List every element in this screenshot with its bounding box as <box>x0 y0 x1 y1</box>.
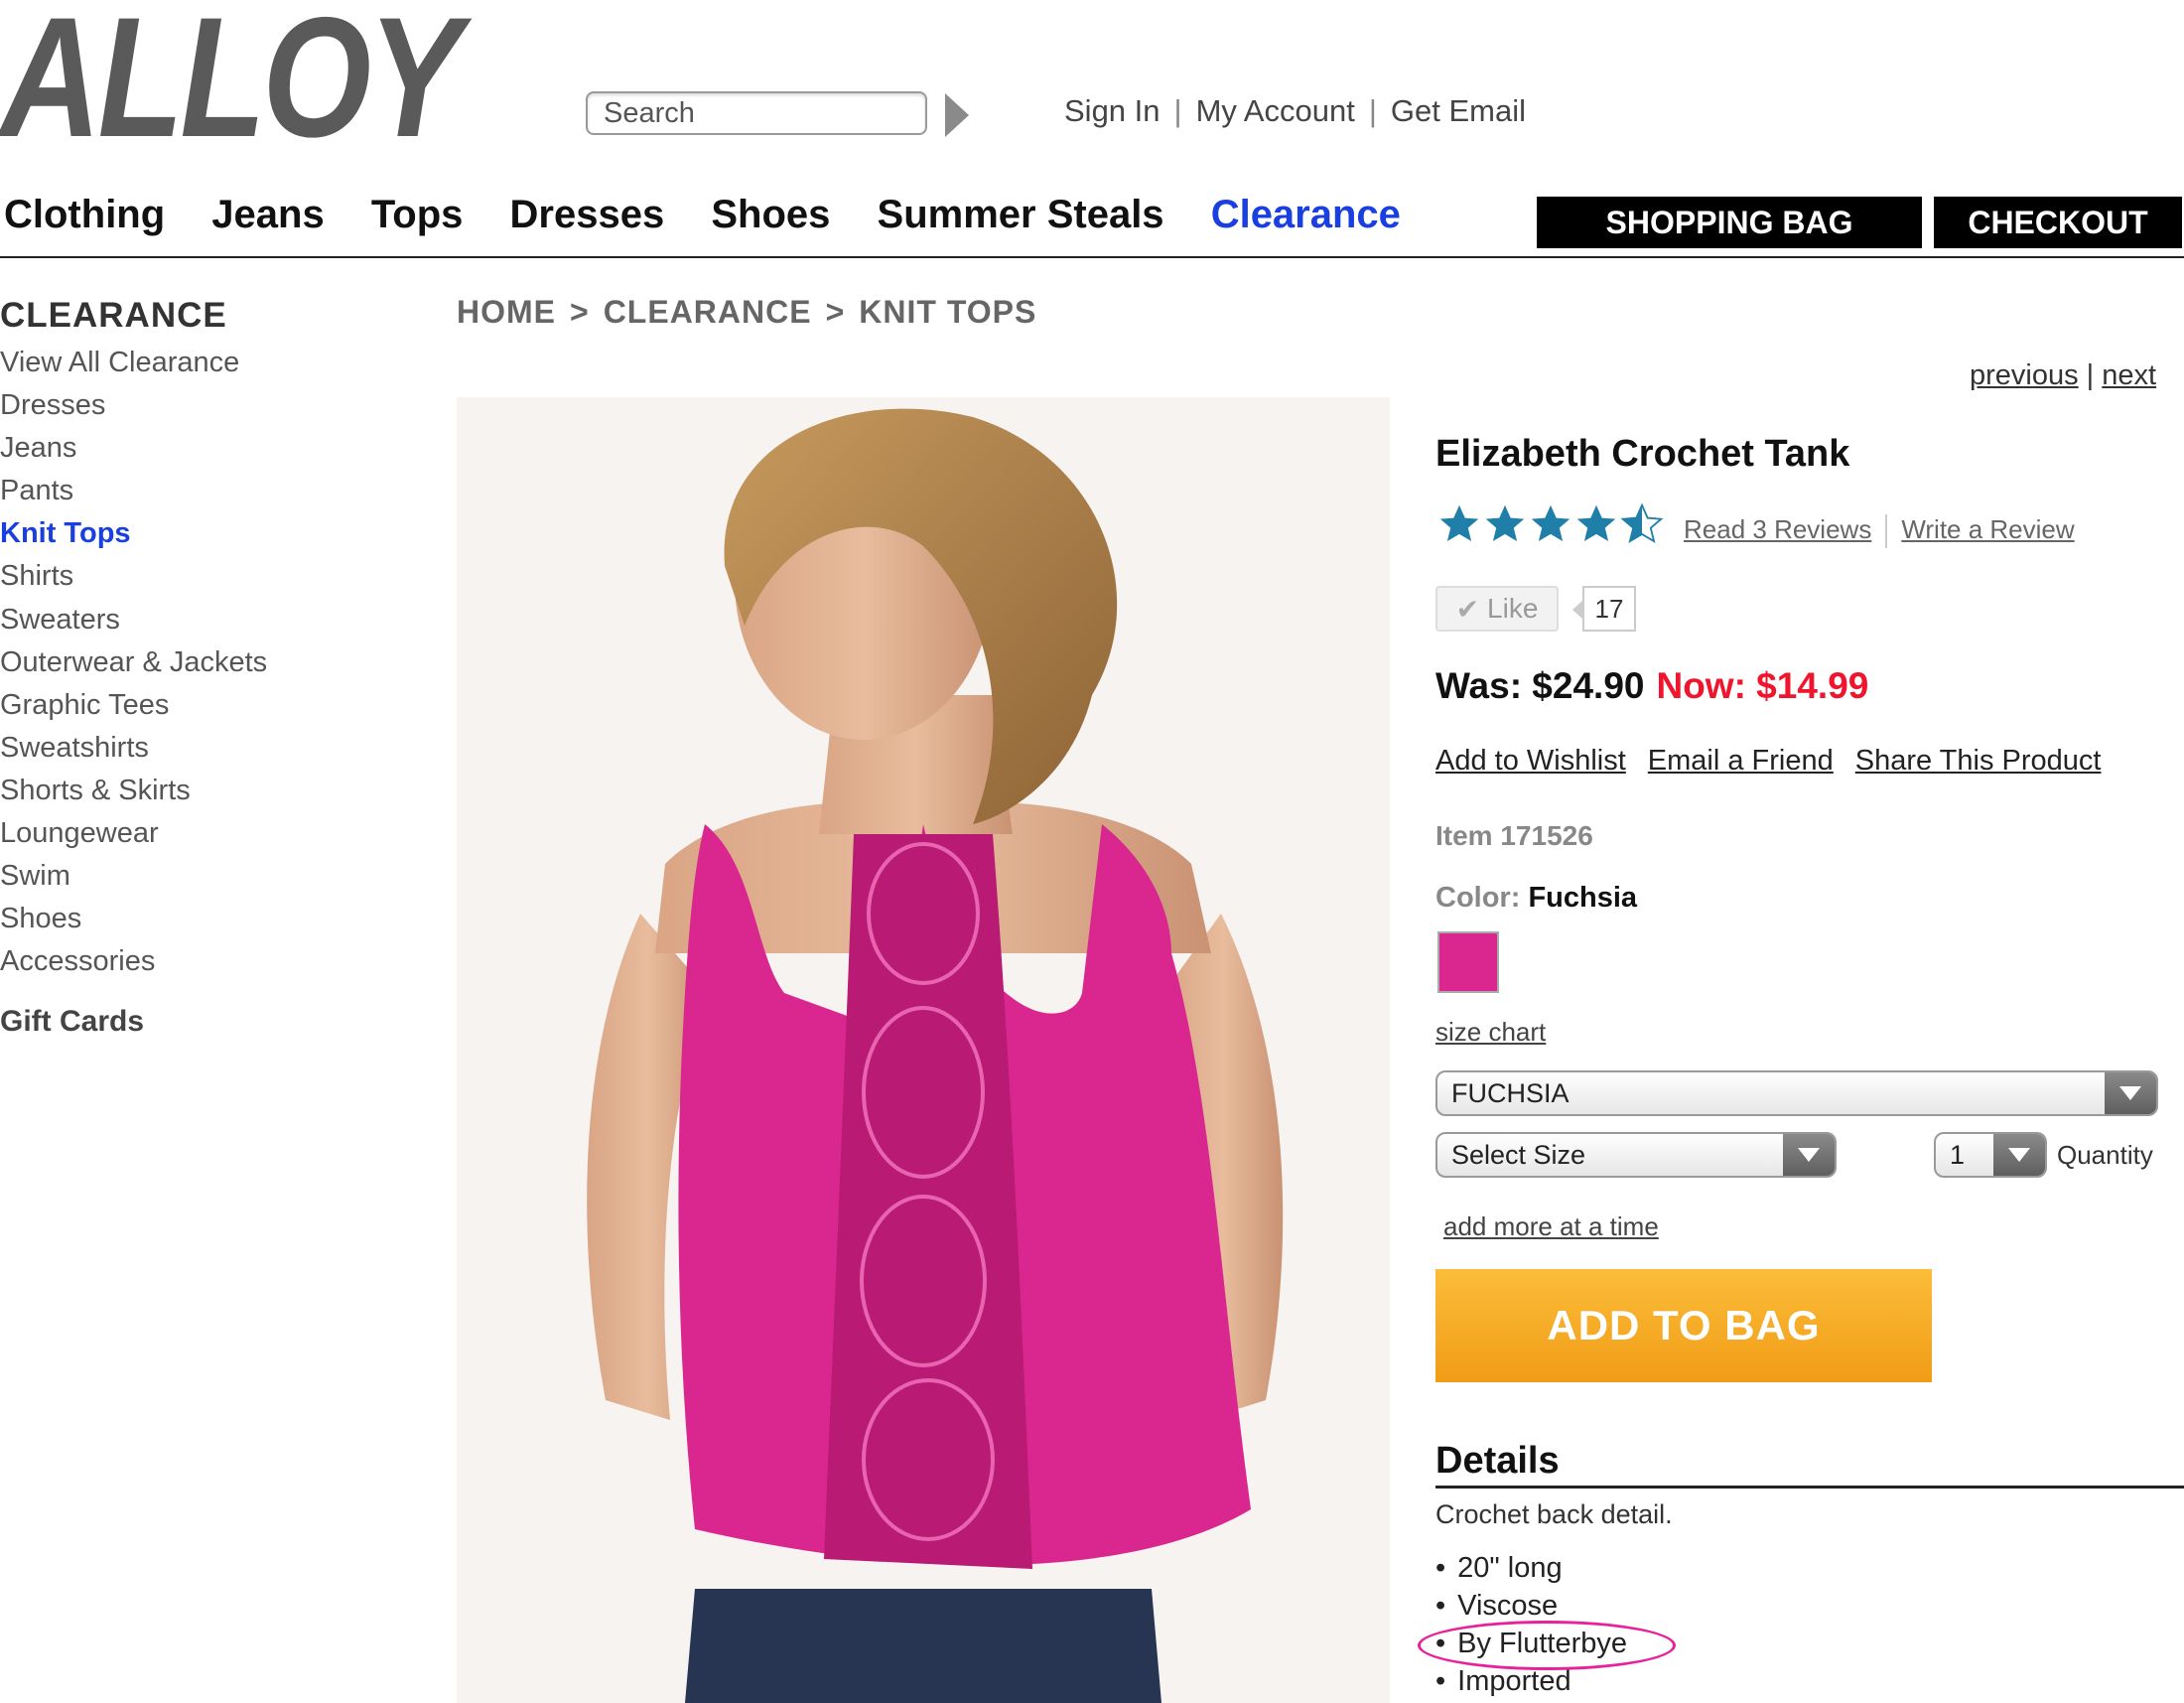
sidebar-item-shoes[interactable]: Shoes <box>0 898 267 940</box>
breadcrumb-separator: > <box>570 294 590 330</box>
breadcrumb-home[interactable]: HOME <box>457 294 556 330</box>
nav-clearance[interactable]: Clearance <box>1211 193 1401 236</box>
like-count: 17 <box>1572 586 1636 632</box>
alloy-logo[interactable]: ALLOY <box>0 0 462 163</box>
product-image[interactable] <box>457 397 1390 1703</box>
previous-link[interactable]: previous <box>1970 359 2079 391</box>
breadcrumb-clearance[interactable]: CLEARANCE <box>604 294 812 330</box>
star-half-icon <box>1620 502 1664 543</box>
pager: previous | next <box>1970 359 2157 391</box>
highlight-circle <box>1418 1621 1676 1670</box>
sidebar-item-swim[interactable]: Swim <box>0 855 267 898</box>
add-more-link[interactable]: add more at a time <box>1443 1211 1659 1242</box>
details-item: 20" long <box>1435 1549 1627 1587</box>
checkout-button[interactable]: CHECKOUT <box>1934 197 2182 248</box>
sidebar-item-outerwear[interactable]: Outerwear & Jackets <box>0 641 267 684</box>
star-icon <box>1531 504 1570 542</box>
color-value: Fuchsia <box>1528 882 1638 914</box>
size-select-value: Select Size <box>1451 1139 1586 1170</box>
size-select[interactable]: Select Size <box>1435 1132 1837 1178</box>
sidebar-item-accessories[interactable]: Accessories <box>0 940 267 983</box>
nav-jeans[interactable]: Jeans <box>211 193 324 236</box>
sidebar-item-view-all[interactable]: View All Clearance <box>0 342 267 384</box>
sidebar-item-loungewear[interactable]: Loungewear <box>0 812 267 855</box>
sidebar-item-jeans[interactable]: Jeans <box>0 427 267 470</box>
next-link[interactable]: next <box>2102 359 2156 391</box>
sidebar-item-shirts[interactable]: Shirts <box>0 555 267 598</box>
sidebar-item-dresses[interactable]: Dresses <box>0 384 267 427</box>
quantity-label: Quantity <box>2057 1140 2153 1170</box>
nav-tops[interactable]: Tops <box>371 193 464 236</box>
product-actions: Add to Wishlist Email a Friend Share This … <box>1435 745 2122 778</box>
color-label: Color: Fuchsia <box>1435 882 1637 915</box>
chevron-down-icon[interactable] <box>2105 1072 2156 1114</box>
chevron-down-icon[interactable] <box>1993 1134 2045 1176</box>
details-description: Crochet back detail. <box>1435 1499 1673 1529</box>
write-review-link[interactable]: Write a Review <box>1901 514 2074 544</box>
sidebar-item-sweaters[interactable]: Sweaters <box>0 599 267 641</box>
sidebar-title: CLEARANCE <box>0 296 227 335</box>
nav-summer-steals[interactable]: Summer Steals <box>878 193 1164 236</box>
details-item: Viscose <box>1435 1587 1627 1625</box>
review-links: Read 3 Reviews Write a Review <box>1684 514 2075 549</box>
color-select[interactable]: FUCHSIA <box>1435 1070 2158 1116</box>
search-field[interactable] <box>586 91 927 135</box>
breadcrumb-separator: > <box>825 294 846 330</box>
size-chart-link[interactable]: size chart <box>1435 1017 1546 1048</box>
nav-shoes[interactable]: Shoes <box>711 193 830 236</box>
add-to-bag-button[interactable]: ADD TO BAG <box>1435 1269 1932 1382</box>
breadcrumb: HOME > CLEARANCE > KNIT TOPS <box>457 294 1036 331</box>
model-photo <box>587 408 1284 1703</box>
was-price: Was: $24.90 <box>1435 665 1645 706</box>
star-icon <box>1576 504 1616 542</box>
sidebar-item-knit-tops[interactable]: Knit Tops <box>0 512 267 555</box>
nav-clothing[interactable]: Clothing <box>4 193 165 236</box>
my-account-link[interactable]: My Account <box>1196 93 1355 128</box>
main-nav: Clothing Jeans Tops Dresses Shoes Summer… <box>4 193 1436 237</box>
item-number: Item 171526 <box>1435 820 1593 851</box>
star-icon <box>1485 504 1525 542</box>
sidebar-item-graphic-tees[interactable]: Graphic Tees <box>0 684 267 727</box>
sidebar-item-sweatshirts[interactable]: Sweatshirts <box>0 727 267 770</box>
color-label-text: Color: <box>1435 882 1521 914</box>
product-title: Elizabeth Crochet Tank <box>1435 433 1850 475</box>
details-heading: Details <box>1435 1440 1560 1482</box>
share-product-link[interactable]: Share This Product <box>1855 745 2102 777</box>
star-icon <box>1439 504 1479 542</box>
read-reviews-link[interactable]: Read 3 Reviews <box>1684 514 1871 544</box>
nav-divider <box>0 256 2184 258</box>
like-label: Like <box>1487 593 1539 624</box>
search-input[interactable] <box>588 96 925 130</box>
chevron-down-icon[interactable] <box>1783 1134 1835 1176</box>
divider: | <box>1368 93 1377 128</box>
price: Was: $24.90 Now: $14.99 <box>1435 665 1868 707</box>
sidebar-item-pants[interactable]: Pants <box>0 470 267 512</box>
shopping-bag-button[interactable]: SHOPPING BAG <box>1537 197 1922 248</box>
like-button[interactable]: ✔ Like <box>1435 586 1559 632</box>
sidebar-item-shorts-skirts[interactable]: Shorts & Skirts <box>0 770 267 812</box>
account-links: Sign In | My Account | Get Email <box>1064 93 1526 129</box>
sidebar-item-gift-cards[interactable]: Gift Cards <box>0 1005 144 1039</box>
sidebar-list: View All Clearance Dresses Jeans Pants K… <box>0 342 267 983</box>
sign-in-link[interactable]: Sign In <box>1064 93 1160 128</box>
color-swatch-fuchsia[interactable] <box>1437 931 1499 993</box>
star-rating <box>1437 502 1666 546</box>
breadcrumb-knit-tops: KNIT TOPS <box>859 294 1037 330</box>
quantity-value: 1 <box>1950 1139 1966 1170</box>
details-divider <box>1435 1486 2184 1489</box>
email-friend-link[interactable]: Email a Friend <box>1648 745 1834 777</box>
quantity-select[interactable]: 1 <box>1934 1132 2047 1178</box>
arrow-right-icon[interactable] <box>945 93 969 137</box>
get-email-link[interactable]: Get Email <box>1391 93 1526 128</box>
nav-dresses[interactable]: Dresses <box>510 193 665 236</box>
now-price: Now: $14.99 <box>1656 665 1869 706</box>
checkmark-icon: ✔ <box>1455 593 1480 625</box>
color-select-value: FUCHSIA <box>1451 1077 1570 1108</box>
divider <box>1885 514 1888 549</box>
add-to-wishlist-link[interactable]: Add to Wishlist <box>1435 745 1626 777</box>
divider: | <box>1173 93 1182 128</box>
